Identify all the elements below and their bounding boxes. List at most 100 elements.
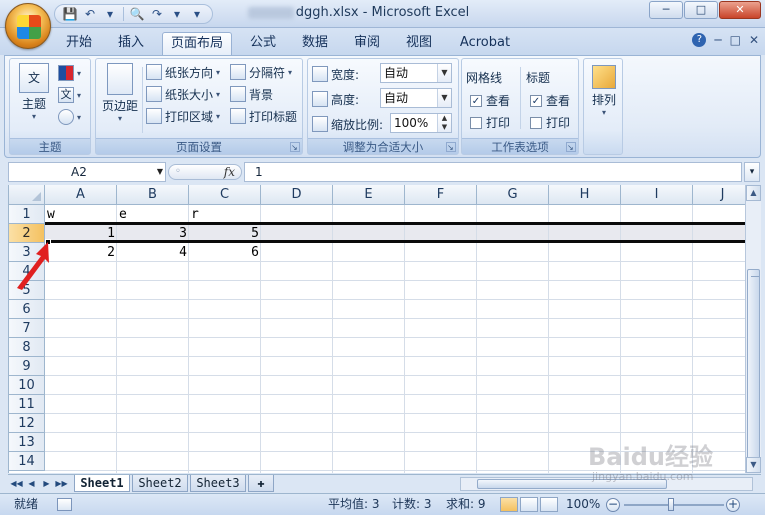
orientation-button[interactable]: 纸张方向 ▾	[146, 62, 220, 82]
dialog-launcher-icon[interactable]: ↘	[566, 142, 576, 152]
column-header-h[interactable]: H	[549, 185, 621, 205]
cell-a3[interactable]: 2	[45, 243, 117, 262]
minimize-button[interactable]: ─	[649, 1, 683, 19]
tab-formulas[interactable]: 公式	[242, 32, 284, 55]
margins-button[interactable]: 页边距 ▾	[100, 63, 140, 123]
width-select[interactable]: 自动 ▼	[380, 63, 452, 83]
page-break-view-icon[interactable]	[540, 497, 558, 512]
column-header-b[interactable]: B	[117, 185, 189, 205]
row-header-7[interactable]: 7	[9, 319, 45, 338]
breaks-button[interactable]: 分隔符 ▾	[230, 62, 292, 82]
checkbox-icon[interactable]	[530, 116, 542, 129]
size-button[interactable]: 纸张大小 ▾	[146, 84, 220, 104]
column-header-j[interactable]: J	[693, 185, 745, 205]
zoom-out-icon[interactable]: −	[606, 498, 620, 512]
sheet-tab-sheet1[interactable]: Sheet1	[74, 475, 130, 492]
checkmark-icon[interactable]: ✓	[530, 94, 542, 107]
row-header-12[interactable]: 12	[9, 414, 45, 433]
margins-label: 页边距	[101, 99, 138, 113]
gridlines-view-checkbox[interactable]: ✓ 查看	[470, 92, 510, 109]
vertical-scrollbar[interactable]: ▲ ▼	[745, 185, 761, 473]
maximize-button[interactable]: □	[684, 1, 718, 19]
tab-review[interactable]: 审阅	[346, 32, 388, 55]
checkbox-icon[interactable]	[470, 116, 482, 129]
macro-record-icon[interactable]	[57, 498, 72, 511]
prev-sheet-icon[interactable]: ◀	[25, 477, 38, 490]
themes-button[interactable]: 文 主题 ▾	[16, 63, 52, 121]
row-header-10[interactable]: 10	[9, 376, 45, 395]
last-sheet-icon[interactable]: ▶▶	[55, 477, 68, 490]
workbook-minimize-button[interactable]: ─	[714, 33, 721, 47]
tab-insert[interactable]: 插入	[110, 32, 152, 55]
zoom-slider[interactable]	[624, 504, 724, 506]
office-button[interactable]	[5, 3, 51, 49]
headings-view-checkbox[interactable]: ✓ 查看	[530, 92, 570, 109]
spreadsheet-grid[interactable]: A B C D E F G H I J 1 2 3 4 5 6 7 8 9 10 11 12 13 14 w e r 1 3 5 2 4 6	[8, 185, 745, 473]
theme-effects-button[interactable]: ▾	[58, 107, 81, 127]
column-header-c[interactable]: C	[189, 185, 261, 205]
gridlines-print-checkbox[interactable]: 打印	[470, 114, 510, 131]
row-header-8[interactable]: 8	[9, 338, 45, 357]
theme-fonts-button[interactable]: 文 ▾	[58, 85, 81, 105]
workbook-restore-button[interactable]: □	[730, 33, 741, 47]
insert-sheet-icon[interactable]: ✚	[248, 475, 274, 492]
spinner-icon[interactable]: ▲ ▼	[437, 114, 451, 132]
sheet-tab-sheet2[interactable]: Sheet2	[132, 475, 188, 492]
zoom-level[interactable]: 100%	[566, 494, 600, 515]
separator	[520, 67, 521, 129]
chevron-down-icon[interactable]: ▼	[437, 89, 451, 107]
tab-page-layout[interactable]: 页面布局	[162, 32, 232, 55]
chevron-down-icon[interactable]: ▼	[437, 64, 451, 82]
scroll-down-icon[interactable]: ▼	[746, 457, 761, 473]
column-header-a[interactable]: A	[45, 185, 117, 205]
cell-c3[interactable]: 6	[189, 243, 261, 262]
workbook-close-button[interactable]: ✕	[749, 33, 759, 47]
column-header-f[interactable]: F	[405, 185, 477, 205]
row-header-11[interactable]: 11	[9, 395, 45, 414]
headings-print-checkbox[interactable]: 打印	[530, 114, 570, 131]
scroll-up-icon[interactable]: ▲	[746, 185, 761, 201]
page-layout-view-icon[interactable]	[520, 497, 538, 512]
chevron-down-icon[interactable]: ▼	[157, 163, 163, 181]
gridline	[45, 413, 745, 414]
column-header-e[interactable]: E	[333, 185, 405, 205]
first-sheet-icon[interactable]: ◀◀	[10, 477, 23, 490]
checkmark-icon[interactable]: ✓	[470, 94, 482, 107]
tab-home[interactable]: 开始	[58, 32, 100, 55]
zoom-slider-handle[interactable]	[668, 498, 674, 511]
sheet-tab-sheet3[interactable]: Sheet3	[190, 475, 246, 492]
row-header-13[interactable]: 13	[9, 433, 45, 452]
row-header-6[interactable]: 6	[9, 300, 45, 319]
column-header-i[interactable]: I	[621, 185, 693, 205]
zoom-in-icon[interactable]: +	[726, 498, 740, 512]
scroll-thumb[interactable]	[747, 269, 760, 469]
insert-function-icon[interactable]: fx	[224, 165, 235, 179]
print-area-button[interactable]: 打印区域 ▾	[146, 106, 220, 126]
height-select[interactable]: 自动 ▼	[380, 88, 452, 108]
theme-colors-button[interactable]: ▾	[58, 63, 81, 83]
expand-formula-bar-icon[interactable]: ▾	[744, 162, 760, 182]
select-all-button[interactable]	[9, 185, 45, 205]
dialog-launcher-icon[interactable]: ↘	[290, 142, 300, 152]
close-button[interactable]: ✕	[719, 1, 761, 19]
scale-input[interactable]: 100% ▲ ▼	[390, 113, 452, 133]
row-header-14[interactable]: 14	[9, 452, 45, 471]
row-header-1[interactable]: 1	[9, 205, 45, 224]
normal-view-icon[interactable]	[500, 497, 518, 512]
formula-input[interactable]: 1	[244, 162, 742, 182]
tab-data[interactable]: 数据	[294, 32, 336, 55]
print-titles-button[interactable]: 打印标题	[230, 106, 297, 126]
background-button[interactable]: 背景	[230, 84, 273, 104]
tab-acrobat[interactable]: Acrobat	[452, 32, 518, 55]
tab-view[interactable]: 视图	[398, 32, 440, 55]
name-box[interactable]: A2 ▼	[8, 162, 166, 182]
cell-b3[interactable]: 4	[117, 243, 189, 262]
column-header-g[interactable]: G	[477, 185, 549, 205]
dialog-launcher-icon[interactable]: ↘	[446, 142, 456, 152]
row-header-9[interactable]: 9	[9, 357, 45, 376]
column-header-d[interactable]: D	[261, 185, 333, 205]
next-sheet-icon[interactable]: ▶	[40, 477, 53, 490]
help-icon[interactable]: ?	[692, 33, 707, 47]
arrange-button[interactable]: 排列 ▾	[587, 65, 621, 117]
row-border-thick-bot	[45, 240, 745, 243]
